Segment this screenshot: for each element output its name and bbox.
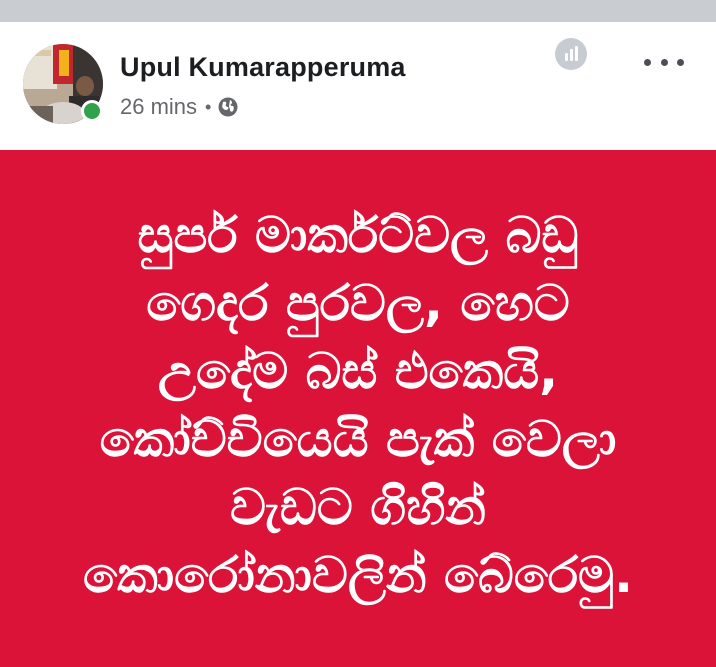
meta-separator: • — [205, 96, 212, 117]
post-text-line: උදේම බස් එකෙයි, — [157, 341, 559, 400]
more-dot-2 — [660, 58, 668, 66]
globe-icon[interactable] — [217, 96, 239, 118]
author-avatar-wrapper[interactable] — [23, 44, 103, 124]
online-status-indicator — [81, 100, 103, 122]
more-options-icon[interactable] — [644, 52, 684, 72]
more-dot-1 — [644, 58, 651, 66]
top-divider-strip — [0, 0, 716, 22]
post-text-line: වැඩට ගිහින් — [229, 477, 486, 536]
bar-chart-icon[interactable] — [555, 38, 587, 70]
post-text-line: සුපර් මාර්කට්වල බඩු — [137, 205, 579, 264]
post-text: සුපර් මාර්කට්වල බඩු ගෙදර පුරවල, හෙට උදේම… — [83, 201, 633, 609]
author-name[interactable]: Upul Kumarapperuma — [120, 52, 406, 83]
post-text-line: කොරෝනාවලින් බේරෙමු. — [83, 545, 633, 604]
more-dot-3 — [677, 58, 684, 66]
post-content-background: සුපර් මාර්කට්වල බඩු ගෙදර පුරවල, හෙට උදේම… — [0, 150, 716, 667]
post-header: Upul Kumarapperuma 26 mins • — [0, 22, 716, 150]
post-meta: 26 mins • — [120, 94, 239, 120]
post-text-line: කෝච්චියෙයි පැක් වෙලා — [99, 409, 617, 468]
post-text-line: ගෙදර පුරවල, හෙට — [146, 273, 570, 332]
post-timestamp[interactable]: 26 mins — [120, 94, 197, 120]
